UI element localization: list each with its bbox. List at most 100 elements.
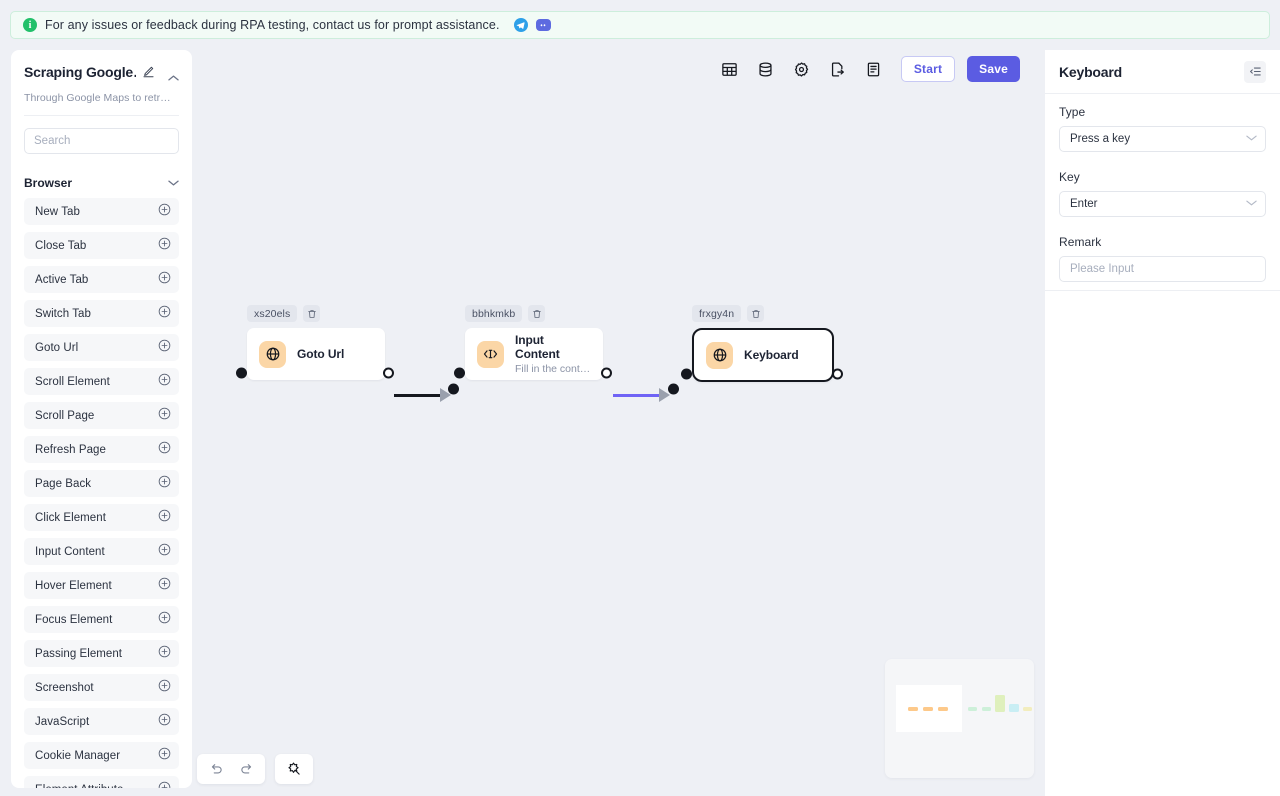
autolayout-group [275,754,313,784]
plus-circle-icon[interactable] [158,237,171,255]
undo-icon[interactable] [203,756,229,782]
sidebar-item-label: Refresh Page [35,443,106,456]
type-select[interactable]: Press a key [1059,126,1266,152]
search-input[interactable] [34,135,169,147]
plus-circle-icon[interactable] [158,271,171,289]
workflow-canvas[interactable]: Start Save xs20els Goto Url bbhkmkb Inpu… [192,40,1045,796]
sidebar-item-input-content[interactable]: Input Content [24,538,179,565]
export-file-icon[interactable] [823,54,853,84]
plus-circle-icon[interactable] [158,713,171,731]
sidebar-item-label: Switch Tab [35,307,91,320]
node-input-port[interactable] [681,368,692,380]
plus-circle-icon[interactable] [158,339,171,357]
sidebar-item-label: Goto Url [35,341,79,354]
plus-circle-icon[interactable] [158,509,171,527]
info-circle-icon: i [23,18,37,32]
minimap-node [908,707,918,711]
table-icon[interactable] [715,54,745,84]
sidebar-group-browser[interactable]: Browser [24,176,179,190]
node-id-chip: frxgy4n [692,305,742,322]
key-select-value: Enter [1070,198,1098,210]
plus-circle-icon[interactable] [158,305,171,323]
minimap-node [1023,707,1032,711]
plus-circle-icon[interactable] [158,475,171,493]
sidebar-item-cookie-manager[interactable]: Cookie Manager [24,742,179,769]
sidebar-item-label: Active Tab [35,273,89,286]
discord-icon[interactable] [535,19,551,31]
key-select[interactable]: Enter [1059,191,1266,217]
workflow-subtitle: Through Google Maps to retr… [24,92,171,104]
sidebar-item-click-element[interactable]: Click Element [24,504,179,531]
plus-circle-icon[interactable] [158,781,171,788]
telegram-icon[interactable] [513,18,528,32]
plus-circle-icon[interactable] [158,611,171,629]
pencil-icon[interactable] [142,65,155,83]
remark-input[interactable] [1070,263,1255,275]
canvas-toolbar: Start Save [715,54,1020,84]
edge-endpoint-dot [668,383,679,395]
search-input-wrapper[interactable] [24,128,179,154]
properties-panel-title: Keyboard [1059,63,1122,80]
sidebar-item-hover-element[interactable]: Hover Element [24,572,179,599]
node-output-port[interactable] [601,367,612,379]
workflow-node[interactable]: xs20els Goto Url [236,305,394,380]
sidebar-item-switch-tab[interactable]: Switch Tab [24,300,179,327]
sidebar-item-new-tab[interactable]: New Tab [24,198,179,225]
sidebar-divider [24,115,179,116]
sidebar-item-javascript[interactable]: JavaScript [24,708,179,735]
sidebar-item-refresh-page[interactable]: Refresh Page [24,436,179,463]
sidebar-item-element-attribute[interactable]: Element Attribute [24,776,179,788]
plus-circle-icon[interactable] [158,441,171,459]
canvas-minimap[interactable] [885,659,1034,778]
sidebar-item-goto-url[interactable]: Goto Url [24,334,179,361]
node-card-input-content[interactable]: Input Content Fill in the cont… [465,328,603,380]
plus-circle-icon[interactable] [158,203,171,221]
sidebar-item-focus-element[interactable]: Focus Element [24,606,179,633]
plus-circle-icon[interactable] [158,679,171,697]
remark-input-wrapper[interactable] [1059,256,1266,282]
sidebar-collapse-icon[interactable] [168,69,179,87]
node-card-goto-url[interactable]: Goto Url [247,328,385,380]
plus-circle-icon[interactable] [158,373,171,391]
sidebar-item-scroll-page[interactable]: Scroll Page [24,402,179,429]
node-output-port[interactable] [832,368,843,380]
redo-icon[interactable] [233,756,259,782]
node-id-chip: bbhkmkb [465,305,523,322]
plus-circle-icon[interactable] [158,577,171,595]
save-button[interactable]: Save [967,56,1020,82]
plus-circle-icon[interactable] [158,543,171,561]
node-id-chip: xs20els [247,305,298,322]
node-output-port[interactable] [383,367,394,379]
node-card-keyboard[interactable]: Keyboard [692,328,834,382]
database-icon[interactable] [751,54,781,84]
trash-icon[interactable] [528,305,546,322]
node-input-port[interactable] [236,367,247,379]
sidebar-item-close-tab[interactable]: Close Tab [24,232,179,259]
plus-circle-icon[interactable] [158,747,171,765]
chevron-down-icon [1246,198,1257,210]
chevron-down-icon[interactable] [168,176,179,190]
start-button[interactable]: Start [900,56,956,82]
sidebar-item-scroll-element[interactable]: Scroll Element [24,368,179,395]
trash-icon[interactable] [303,305,321,322]
sidebar-group-label: Browser [24,176,73,190]
trash-icon[interactable] [747,305,765,322]
log-document-icon[interactable] [859,54,889,84]
plus-circle-icon[interactable] [158,407,171,425]
magic-wand-icon[interactable] [281,756,307,782]
panel-collapse-icon[interactable] [1244,60,1266,83]
sidebar-item-screenshot[interactable]: Screenshot [24,674,179,701]
node-tag-row: xs20els [247,305,385,322]
properties-panel-divider [1045,290,1280,291]
sidebar-item-label: Scroll Element [35,375,110,388]
node-input-port[interactable] [454,367,465,379]
gear-icon[interactable] [787,54,817,84]
sidebar-item-page-back[interactable]: Page Back [24,470,179,497]
sidebar-item-label: Page Back [35,477,92,490]
plus-circle-icon[interactable] [158,645,171,663]
sidebar-item-passing-element[interactable]: Passing Element [24,640,179,667]
node-subtitle: Fill in the cont… [515,363,591,375]
workflow-node[interactable]: bbhkmkb Input Content Fill in the cont… [454,305,612,380]
sidebar-item-active-tab[interactable]: Active Tab [24,266,179,293]
workflow-node-selected[interactable]: frxgy4n Keyboard [681,305,843,382]
